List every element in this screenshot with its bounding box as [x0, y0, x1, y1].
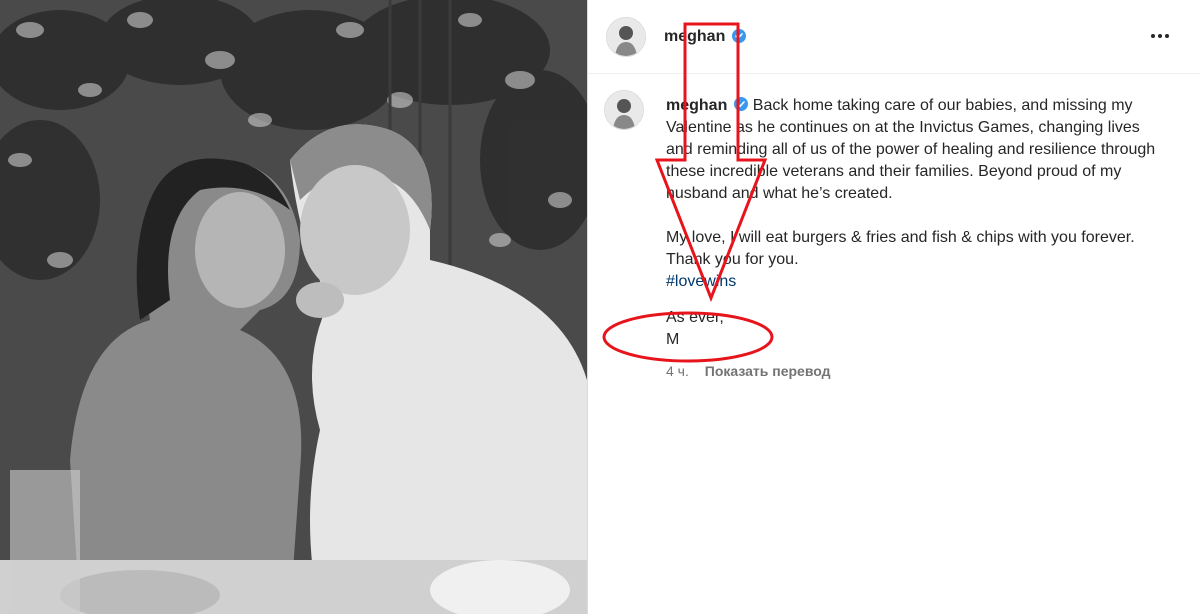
avatar[interactable]: [606, 17, 646, 57]
verified-badge-icon: [729, 29, 746, 47]
post-time: 4 ч.: [666, 363, 689, 379]
more-options-icon[interactable]: [1148, 24, 1172, 48]
post-header: meghan: [588, 0, 1200, 74]
verified-badge-icon: [734, 97, 749, 111]
caption-text: Back home taking care of our babies, and…: [666, 97, 1156, 202]
panel-divider: [587, 0, 588, 614]
post-caption: meghan Back home taking care of our babi…: [666, 95, 1166, 351]
post-photo: [0, 0, 587, 614]
post-photo-art: [0, 0, 587, 614]
hashtag-link[interactable]: #lovewins: [666, 273, 736, 290]
caption-avatar[interactable]: [604, 90, 644, 130]
caption-signoff-initial: M: [666, 331, 680, 348]
caption-line2: My love, I will eat burgers & fries and …: [666, 229, 1135, 268]
show-translation-button[interactable]: Показать перевод: [705, 363, 831, 379]
post-meta: 4 ч. Показать перевод: [666, 363, 831, 379]
caption-signoff: As ever,: [666, 309, 724, 326]
caption-username[interactable]: meghan: [666, 97, 727, 114]
header-username[interactable]: meghan: [664, 28, 725, 46]
